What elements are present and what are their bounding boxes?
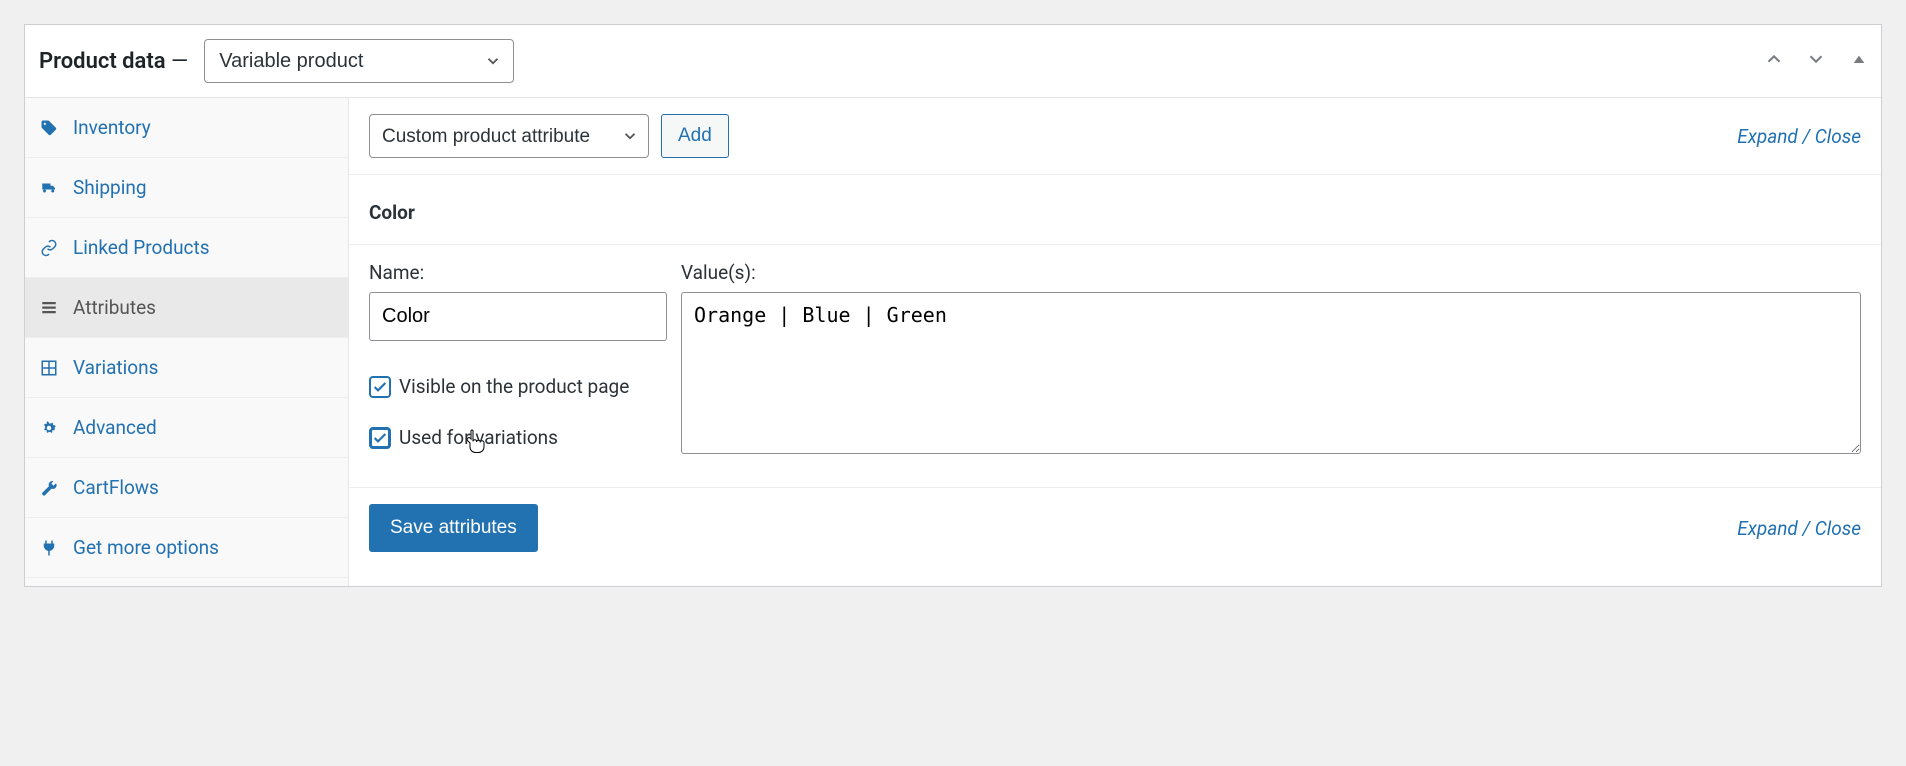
- product-data-panel: Product data — Variable product: [24, 24, 1882, 587]
- attribute-name-input[interactable]: [369, 292, 667, 341]
- tab-shipping[interactable]: Shipping: [25, 158, 348, 218]
- values-label: Value(s):: [681, 261, 1861, 284]
- name-label: Name:: [369, 261, 667, 284]
- visible-checkbox[interactable]: [369, 376, 391, 398]
- attributes-pane: Custom product attribute Add Expand / Cl…: [349, 98, 1881, 586]
- panel-move-down[interactable]: [1801, 44, 1831, 79]
- tab-label: Get more options: [73, 536, 219, 559]
- panel-title: Product data: [39, 49, 166, 74]
- attributes-footer: Save attributes Expand / Close: [349, 487, 1881, 586]
- product-type-select[interactable]: Variable product: [204, 39, 514, 83]
- used-for-variations-label: Used for variations: [399, 426, 558, 449]
- product-type-select-wrap: Variable product: [204, 39, 514, 83]
- gear-icon: [39, 419, 59, 437]
- panel-toggle[interactable]: [1843, 47, 1867, 76]
- link-icon: [39, 239, 59, 257]
- panel-header: Product data — Variable product: [25, 25, 1881, 98]
- list-icon: [39, 299, 59, 317]
- expand-close-top[interactable]: Expand / Close: [1737, 125, 1861, 148]
- attribute-type-select[interactable]: Custom product attribute: [369, 114, 649, 158]
- attribute-row-body: Name: Visible on the product page: [349, 245, 1881, 487]
- attribute-row-title[interactable]: Color: [349, 175, 1881, 245]
- tab-label: Variations: [73, 356, 158, 379]
- visible-checkbox-label: Visible on the product page: [399, 375, 629, 398]
- tab-label: CartFlows: [73, 476, 159, 499]
- panel-body: Inventory Shipping Linked Products Attri…: [25, 98, 1881, 586]
- expand-close-bottom[interactable]: Expand / Close: [1737, 517, 1861, 540]
- used-for-variations-checkbox[interactable]: [369, 427, 391, 449]
- wrench-icon: [39, 479, 59, 497]
- panel-title-dash: —: [166, 49, 189, 74]
- tab-attributes[interactable]: Attributes: [25, 278, 348, 338]
- tab-inventory[interactable]: Inventory: [25, 98, 348, 158]
- tab-get-more-options[interactable]: Get more options: [25, 518, 348, 578]
- panel-title-wrap: Product data —: [39, 49, 188, 74]
- attribute-row: Color Name: Visible on the product page: [349, 174, 1881, 487]
- tab-advanced[interactable]: Advanced: [25, 398, 348, 458]
- plug-icon: [39, 539, 59, 557]
- header-actions: [1759, 44, 1867, 79]
- panel-move-up[interactable]: [1759, 44, 1789, 79]
- product-data-tabs: Inventory Shipping Linked Products Attri…: [25, 98, 349, 586]
- tab-label: Inventory: [73, 116, 151, 139]
- save-attributes-button[interactable]: Save attributes: [369, 504, 538, 552]
- truck-icon: [39, 179, 59, 197]
- tab-label: Linked Products: [73, 236, 210, 259]
- tab-label: Attributes: [73, 296, 156, 319]
- add-attribute-button[interactable]: Add: [661, 114, 729, 158]
- tag-icon: [39, 119, 59, 137]
- tab-label: Advanced: [73, 416, 157, 439]
- grid-icon: [39, 359, 59, 377]
- attributes-toolbar: Custom product attribute Add Expand / Cl…: [349, 98, 1881, 174]
- tab-cartflows[interactable]: CartFlows: [25, 458, 348, 518]
- tab-linked-products[interactable]: Linked Products: [25, 218, 348, 278]
- tab-variations[interactable]: Variations: [25, 338, 348, 398]
- tab-label: Shipping: [73, 176, 147, 199]
- attribute-values-textarea[interactable]: [681, 292, 1861, 454]
